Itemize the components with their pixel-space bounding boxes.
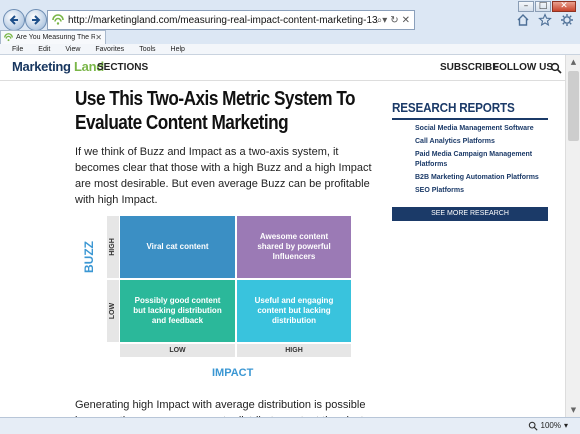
zoom-level: 100% (540, 421, 561, 430)
web-page: Marketing Land SECTIONS SUBSCRIBE FOLLOW… (0, 55, 565, 417)
zoom-dropdown-icon[interactable]: ▾ (564, 421, 568, 431)
tab-favicon-icon (4, 33, 13, 42)
see-more-research-button[interactable]: SEE MORE RESEARCH (392, 207, 548, 221)
window-controls: – □ ✕ (518, 1, 576, 12)
site-logo[interactable]: Marketing Land (12, 59, 104, 75)
nav-follow-us[interactable]: FOLLOW US (493, 62, 553, 74)
address-bar[interactable]: http://marketingland.com/measuring-real-… (47, 10, 415, 30)
favorites-star-icon[interactable] (538, 13, 552, 27)
zoom-magnifier-icon (528, 421, 538, 431)
research-reports-divider (392, 118, 548, 120)
search-icon[interactable] (550, 62, 562, 74)
site-header: Marketing Land SECTIONS SUBSCRIBE FOLLOW… (0, 55, 565, 81)
research-reports-title: RESEARCH REPORTS (392, 100, 515, 115)
scroll-down-arrow-icon[interactable]: ▼ (566, 403, 580, 417)
refresh-icon[interactable]: ↻ (390, 15, 398, 26)
settings-gear-icon[interactable] (560, 13, 574, 27)
scroll-up-arrow-icon[interactable]: ▲ (566, 55, 580, 69)
menu-edit[interactable]: Edit (38, 46, 50, 53)
zoom-control[interactable]: 100% ▾ (528, 421, 568, 431)
maximize-button[interactable]: □ (535, 1, 551, 12)
scrollbar-thumb[interactable] (568, 71, 579, 141)
matrix-x-axis-label: IMPACT (212, 367, 254, 379)
article-paragraph: If we think of Buzz and Impact as a two-… (75, 146, 372, 206)
matrix-cell-high-buzz-low-impact: Viral cat content (120, 216, 235, 278)
status-bar: 100% ▾ (0, 417, 580, 434)
home-icon[interactable] (516, 13, 530, 27)
logo-text-marketing: Marketing (12, 59, 71, 74)
close-icon[interactable]: ✕ (402, 15, 410, 26)
article-paragraph: Generating high Impact with average dist… (75, 399, 366, 417)
nav-subscribe[interactable]: SUBSCRIBE (440, 62, 499, 74)
matrix-cell-low-buzz-high-impact: Useful and engaging content but lacking … (237, 280, 351, 342)
article-title: Use This Two-Axis Metric System To Evalu… (75, 88, 356, 134)
research-reports-list: Social Media Management Software Call An… (415, 124, 555, 199)
arrow-left-icon (9, 15, 18, 25)
menu-tools[interactable]: Tools (139, 46, 155, 53)
url-text[interactable]: http://marketingland.com/measuring-real-… (68, 15, 377, 26)
matrix-row-label-high: HIGH (107, 216, 119, 278)
close-window-button[interactable]: ✕ (552, 1, 576, 12)
search-dropdown-icon[interactable]: ⌕▾ (377, 15, 388, 26)
forward-button[interactable] (25, 9, 47, 31)
research-report-link[interactable]: B2B Marketing Automation Platforms (415, 173, 555, 183)
matrix-cell-low-buzz-low-impact: Possibly good content but lacking distri… (120, 280, 235, 342)
menu-file[interactable]: File (12, 46, 23, 53)
research-report-link[interactable]: SEO Platforms (415, 186, 555, 196)
matrix-y-axis-label: BUZZ (82, 241, 96, 273)
tab-title: Are You Measuring The Real Imp... (16, 34, 96, 41)
browser-toolbar: – □ ✕ http://marketingland.com/measuring… (0, 0, 580, 44)
minimize-button[interactable]: – (518, 1, 534, 12)
research-report-link[interactable]: Call Analytics Platforms (415, 137, 555, 147)
browser-tab[interactable]: Are You Measuring The Real Imp... ✕ (0, 30, 106, 44)
menu-view[interactable]: View (65, 46, 80, 53)
matrix-row-label-low: LOW (107, 280, 119, 342)
menu-help[interactable]: Help (171, 46, 185, 53)
tab-close-icon[interactable]: ✕ (95, 33, 102, 42)
menu-bar: File Edit View Favorites Tools Help (0, 44, 580, 55)
matrix-col-label-low: LOW (120, 344, 235, 357)
nav-sections[interactable]: SECTIONS (97, 62, 148, 74)
menu-favorites[interactable]: Favorites (95, 46, 124, 53)
matrix-col-label-high: HIGH (237, 344, 351, 357)
back-button[interactable] (3, 9, 25, 31)
research-report-link[interactable]: Social Media Management Software (415, 124, 555, 134)
research-report-link[interactable]: Paid Media Campaign Management Platforms (415, 150, 555, 170)
site-favicon-icon (52, 14, 64, 25)
vertical-scrollbar[interactable]: ▲ ▼ (565, 55, 580, 417)
arrow-right-icon (32, 15, 41, 25)
matrix-cell-high-buzz-high-impact: Awesome content shared by powerful Influ… (237, 216, 351, 278)
